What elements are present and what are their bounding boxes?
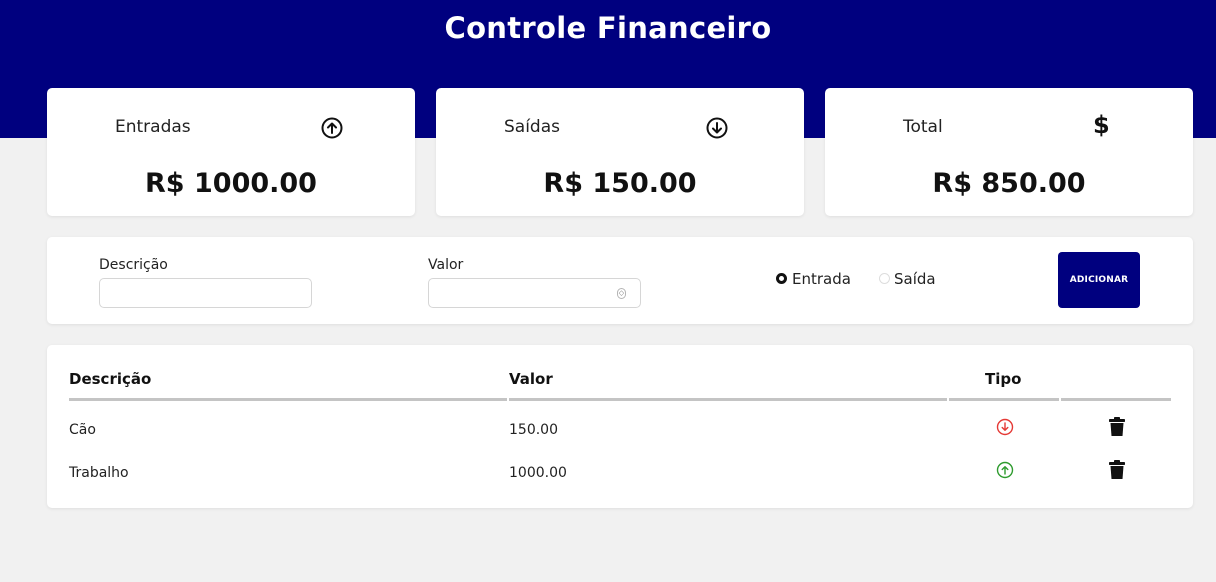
row-2-descricao: Trabalho [69, 465, 129, 481]
column-header-tipo: Tipo [985, 370, 1022, 388]
card-value-total: R$ 850.00 [932, 168, 1086, 199]
radio-saida-label[interactable]: Saída [894, 270, 936, 288]
header-divider [949, 398, 1059, 401]
trash-icon[interactable] [1108, 417, 1126, 437]
trash-icon[interactable] [1108, 460, 1126, 480]
radio-entrada[interactable] [776, 273, 787, 284]
header-divider [69, 398, 507, 401]
header-divider [1061, 398, 1171, 401]
row-2-valor: 1000.00 [509, 465, 567, 481]
column-header-valor: Valor [509, 370, 553, 388]
row-1-descricao: Cão [69, 422, 96, 438]
card-title-entradas: Entradas [115, 117, 191, 137]
card-value-entradas: R$ 1000.00 [145, 168, 317, 199]
card-title-saidas: Saídas [504, 117, 560, 137]
page-title: Controle Financeiro [444, 11, 772, 45]
arrow-up-circle-icon [321, 117, 343, 139]
summary-card-saidas: Saídas R$ 150.00 [436, 88, 804, 216]
header-divider [509, 398, 947, 401]
valor-label: Valor [428, 257, 464, 273]
card-value-saidas: R$ 150.00 [543, 168, 697, 199]
arrow-down-circle-icon [996, 418, 1014, 436]
valor-input[interactable]: ◇ [428, 278, 641, 308]
card-title-total: Total [903, 117, 943, 137]
descricao-input[interactable] [99, 278, 312, 308]
row-1-valor: 150.00 [509, 422, 558, 438]
transaction-form: Descrição Valor ◇ Entrada Saída ADICIONA… [47, 237, 1193, 324]
radio-saida[interactable] [879, 273, 890, 284]
summary-card-total: Total $ R$ 850.00 [825, 88, 1193, 216]
column-header-descricao: Descrição [69, 370, 152, 388]
summary-card-entradas: Entradas R$ 1000.00 [47, 88, 415, 216]
transactions-table: Descrição Valor Tipo Cão 150.00 Trabalho… [47, 345, 1193, 508]
number-stepper-icon[interactable]: ◇ [617, 288, 626, 299]
arrow-down-circle-icon [706, 117, 728, 139]
descricao-label: Descrição [99, 257, 168, 273]
arrow-up-circle-icon [996, 461, 1014, 479]
add-button[interactable]: ADICIONAR [1058, 252, 1140, 308]
dollar-icon: $ [1093, 111, 1110, 139]
radio-entrada-label[interactable]: Entrada [792, 270, 851, 288]
